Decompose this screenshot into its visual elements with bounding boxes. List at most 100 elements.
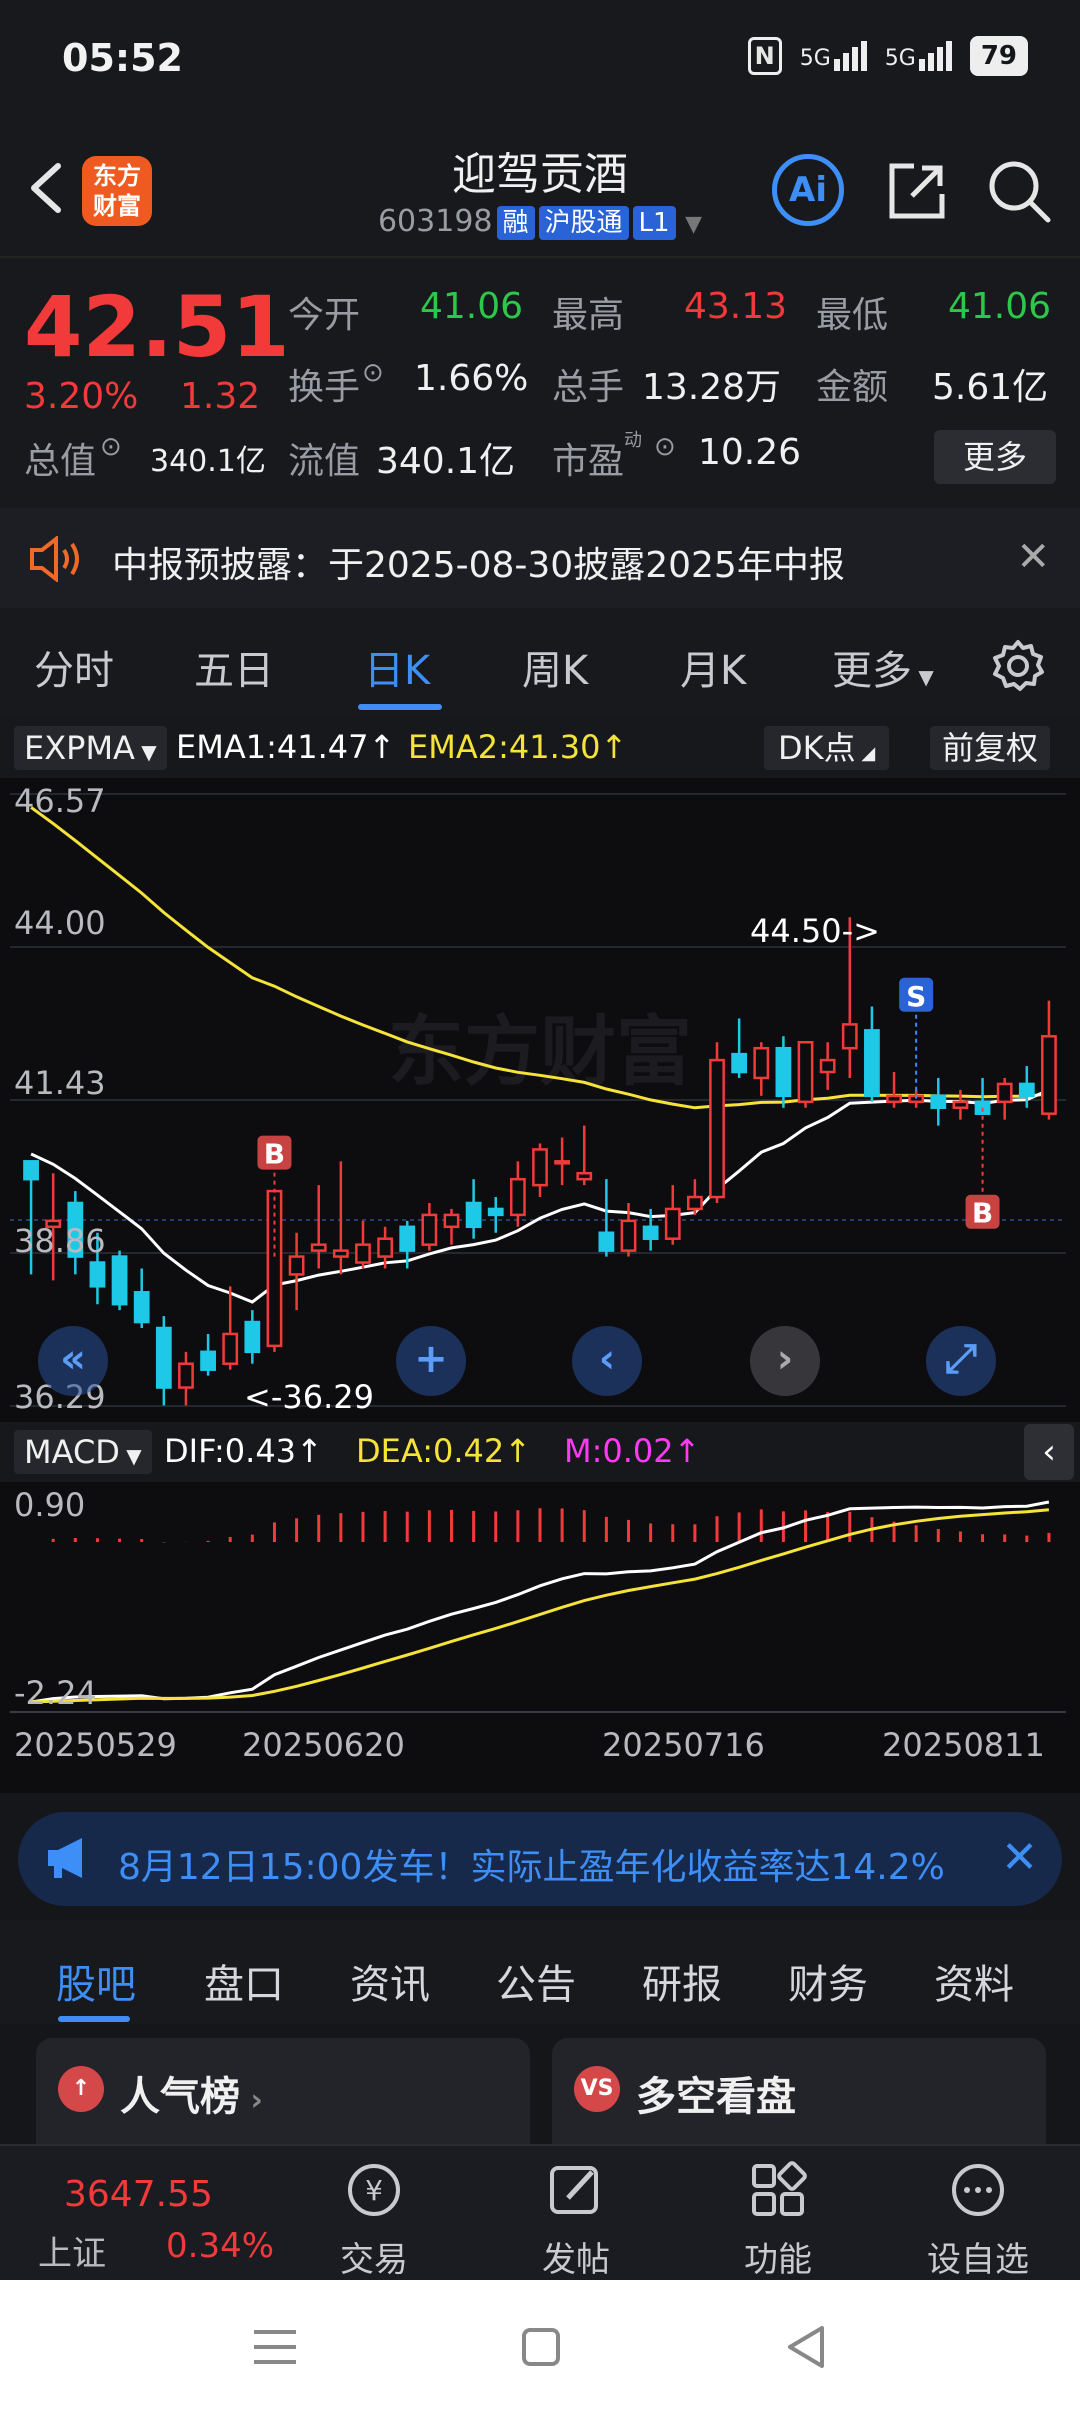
tab-more[interactable]: 更多 ▼ [832, 638, 934, 696]
signal-icon-2: 5G [885, 41, 952, 71]
mcap-value: 340.1亿 [150, 444, 266, 479]
svg-text:¥: ¥ [365, 2174, 383, 2207]
info-icon[interactable]: ⊙ [362, 358, 384, 388]
change-percent: 3.20% [24, 376, 139, 417]
macd-plot[interactable] [0, 1482, 1080, 1722]
kline-chart[interactable]: EXPMA ▼ EMA1:41.47↑ EMA2:41.30↑ DK点 ◢ 前复… [0, 718, 1080, 1793]
info-icon[interactable]: ⊙ [100, 432, 122, 462]
tab-orderbook[interactable]: 盘口 [204, 1952, 284, 2010]
tag-margin: 融 [496, 206, 535, 240]
function-button[interactable]: 功能 [708, 2160, 848, 2281]
float-value: 340.1亿 [376, 441, 516, 482]
menu-icon[interactable] [248, 2320, 302, 2374]
candle-body [399, 1225, 416, 1252]
card-title: 人气榜 › [120, 2074, 263, 2120]
tab-daily-k[interactable]: 日K [364, 638, 430, 696]
post-button[interactable]: 发帖 [506, 2160, 646, 2281]
candle-body [443, 1213, 460, 1229]
stock-code: 603198 [377, 204, 493, 239]
system-nav [0, 2280, 1080, 2412]
tab-5day[interactable]: 五日 [194, 638, 274, 696]
candlestick-plot[interactable]: 东方财富 B S B [0, 778, 1080, 1422]
dk-point-button[interactable]: DK点 ◢ [764, 726, 890, 770]
dropdown-icon: ▼ [685, 212, 703, 237]
candle-body [819, 1058, 836, 1074]
chart-watermark: 东方财富 [388, 1007, 692, 1096]
more-button[interactable]: 更多 [934, 430, 1056, 484]
close-icon[interactable]: ✕ [1001, 1832, 1038, 1883]
tab-weekly-k[interactable]: 周K [522, 638, 588, 696]
back-nav-icon[interactable] [780, 2320, 834, 2374]
amount-value: 5.61亿 [932, 367, 1049, 408]
turnover-label: 换手 [288, 367, 361, 408]
home-icon[interactable] [514, 2320, 568, 2374]
candle-body [642, 1225, 659, 1240]
pe-value: 10.26 [698, 432, 802, 473]
info-icon[interactable]: ⊙ [654, 432, 676, 462]
notice-text: 中报预披露：于2025-08-30披露2025年中报 [112, 545, 845, 586]
pe-label: 市盈 [552, 441, 625, 482]
candle-body [753, 1046, 770, 1080]
promo-banner[interactable]: 8月12日15:00发车！实际止盈年化收益率达14.2% ✕ [18, 1812, 1062, 1906]
candle-body [974, 1100, 991, 1115]
zoom-out-button[interactable]: « [38, 1326, 108, 1396]
macd-bar: MACD ▼ DIF:0.43↑ DEA:0.42↑ M:0.02↑ [0, 1422, 1080, 1482]
y-label-3: 41.43 [14, 1064, 106, 1102]
nfc-icon: N [747, 37, 782, 75]
share-icon[interactable] [884, 158, 950, 224]
tab-monthly-k[interactable]: 月K [680, 638, 746, 696]
megaphone-icon [48, 1838, 82, 1878]
candle-body [554, 1160, 571, 1165]
notice-bar[interactable]: 中报预披露：于2025-08-30披露2025年中报 ✕ [0, 508, 1080, 608]
settings-icon[interactable] [990, 638, 1046, 694]
indicator-select[interactable]: EXPMA ▼ [14, 726, 167, 770]
feature-cards: ↑ 人气榜 › VS 多空看盘 [0, 2024, 1080, 2144]
tag-level: L1 [632, 206, 676, 240]
y-label-2: 44.00 [14, 904, 106, 942]
search-icon[interactable] [986, 158, 1052, 224]
tab-news[interactable]: 资讯 [350, 1952, 430, 2010]
macd-select[interactable]: MACD ▼ [14, 1430, 152, 1474]
tab-announcements[interactable]: 公告 [496, 1952, 576, 2010]
candle-body [178, 1362, 194, 1389]
candle-body [1041, 1035, 1057, 1115]
popularity-card[interactable]: ↑ 人气榜 › [36, 2038, 530, 2144]
adjust-button[interactable]: 前复权 [930, 726, 1051, 770]
ai-button[interactable]: Ai [772, 154, 844, 226]
index-name: 上证 [38, 2234, 106, 2274]
trade-button[interactable]: ¥ 交易 [304, 2160, 444, 2281]
candle-body [687, 1195, 703, 1211]
collapse-button[interactable]: ‹ [1024, 1424, 1074, 1480]
dea-value: DEA:0.42↑ [356, 1432, 532, 1470]
candle-body [664, 1207, 681, 1240]
high-label: 最高 [552, 295, 625, 336]
zoom-in-button[interactable]: + [396, 1326, 466, 1396]
speaker-icon [30, 536, 79, 582]
bull-bear-card[interactable]: VS 多空看盘 [552, 2038, 1046, 2144]
tab-indicator [358, 704, 442, 710]
tab-forum[interactable]: 股吧 [56, 1952, 136, 2010]
scroll-left-button[interactable]: ‹ [572, 1326, 642, 1396]
tab-profile[interactable]: 资料 [934, 1952, 1014, 2010]
fullscreen-icon[interactable]: ⤢ [926, 1326, 996, 1396]
tab-research[interactable]: 研报 [642, 1952, 722, 2010]
content-tabs: 股吧 盘口 资讯 公告 研报 财务 资料 [0, 1920, 1080, 2024]
tab-finance[interactable]: 财务 [788, 1952, 868, 2010]
dif-value: DIF:0.43↑ [164, 1432, 323, 1470]
banner-text: 8月12日15:00发车！实际止盈年化收益率达14.2% [118, 1847, 945, 1888]
period-tabs: 分时 五日 日K 周K 月K 更多 ▼ [0, 608, 1080, 718]
candle-body [23, 1160, 39, 1181]
candle-body [1018, 1082, 1035, 1098]
low-marker: <-36.29 [244, 1378, 374, 1416]
high-value: 43.13 [684, 286, 788, 327]
change-amount: 1.32 [180, 376, 261, 417]
macd-y-bottom: -2.24 [14, 1674, 97, 1712]
candle-body [487, 1207, 504, 1217]
tab-intraday[interactable]: 分时 [34, 638, 114, 696]
candle-body [532, 1148, 548, 1187]
macd-y-top: 0.90 [14, 1486, 86, 1524]
close-icon[interactable]: ✕ [1016, 534, 1050, 580]
watchlist-button[interactable]: 设自选 [908, 2160, 1048, 2281]
scroll-right-button[interactable]: › [750, 1326, 820, 1396]
candle-body [133, 1291, 150, 1324]
